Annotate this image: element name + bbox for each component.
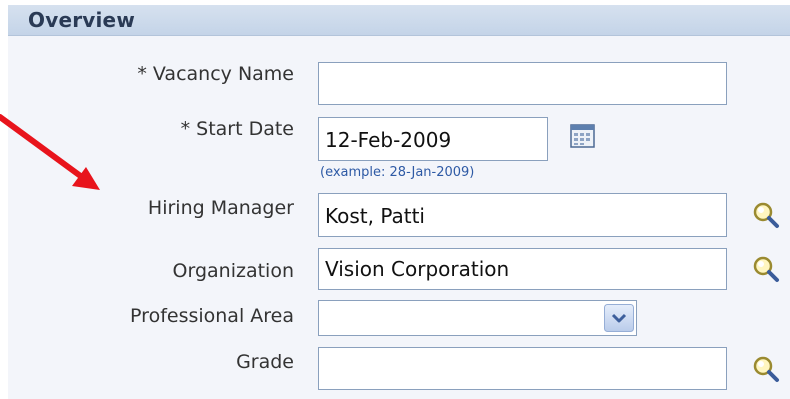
- organization-search-icon[interactable]: [752, 255, 780, 287]
- vacancy-name-label: * Vacancy Name: [137, 63, 294, 85]
- grade-search-icon[interactable]: [752, 355, 780, 387]
- hiring-manager-label: Hiring Manager: [147, 197, 294, 219]
- grade-label: Grade: [236, 351, 294, 373]
- calendar-icon[interactable]: [570, 123, 596, 153]
- section-header: Overview: [8, 5, 790, 36]
- start-date-input[interactable]: 12-Feb-2009: [318, 117, 548, 161]
- vacancy-name-input[interactable]: [318, 62, 727, 105]
- organization-input[interactable]: Vision Corporation: [318, 248, 727, 290]
- hiring-manager-search-icon[interactable]: [752, 201, 780, 233]
- start-date-example-hint: (example: 28-Jan-2009): [320, 165, 475, 180]
- organization-label: Organization: [172, 260, 294, 282]
- start-date-label: * Start Date: [180, 118, 294, 140]
- professional-area-select[interactable]: [318, 300, 637, 336]
- annotation-arrow-icon: [0, 114, 100, 190]
- chevron-down-icon[interactable]: [604, 304, 634, 336]
- hiring-manager-input[interactable]: Kost, Patti: [318, 193, 727, 237]
- grade-input[interactable]: [318, 347, 727, 390]
- professional-area-label: Professional Area: [130, 305, 294, 327]
